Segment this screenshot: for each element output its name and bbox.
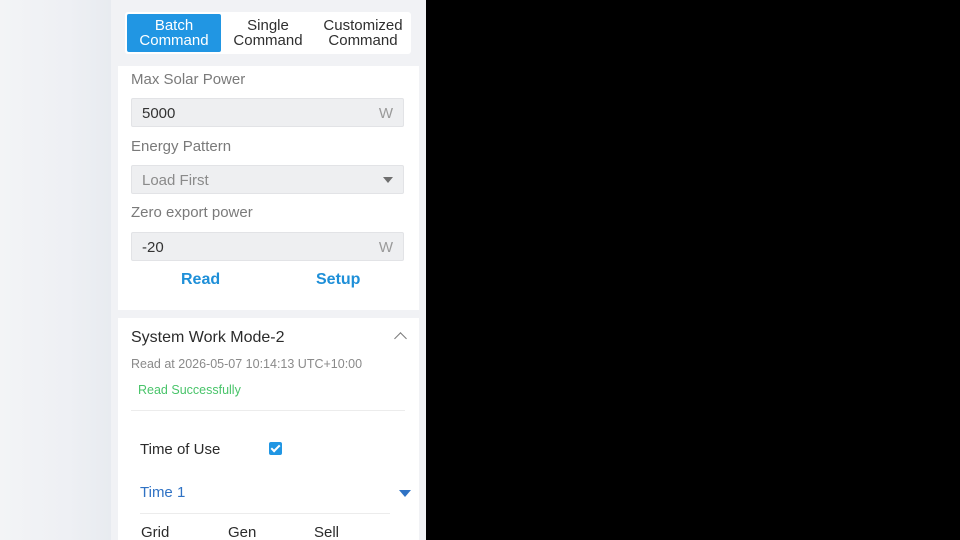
tab-batch-command[interactable]: Batch Command [127,14,221,52]
dropdown-arrow-icon [383,177,393,183]
time-of-use-label: Time of Use [140,441,221,458]
work-mode-card: System Work Mode-2 Read at 2026-05-07 10… [118,318,419,540]
read-status: Read Successfully [138,383,241,397]
setup-button[interactable]: Setup [316,271,360,289]
max-solar-power-value: 5000 [142,105,176,122]
max-solar-power-label: Max Solar Power [131,71,246,88]
column-header-grid: Grid [141,524,170,540]
energy-pattern-value: Load First [142,172,209,189]
energy-pattern-select[interactable]: Load First [131,165,404,194]
chevron-up-icon[interactable] [394,332,407,345]
read-button[interactable]: Read [181,271,220,289]
zero-export-power-unit: W [378,239,393,256]
work-mode-title: System Work Mode-2 [131,329,285,346]
tab-single-command[interactable]: Single Command [221,14,315,52]
zero-export-power-label: Zero export power [131,204,253,221]
divider [131,410,405,411]
energy-pattern-label: Energy Pattern [131,138,232,155]
mobile-screen: Batch Command Single Command Customized … [111,0,426,540]
zero-export-power-input[interactable]: -20 W [131,232,404,261]
tab-customized-command[interactable]: Customized Command [315,14,411,52]
read-timestamp: Read at 2026-05-07 10:14:13 UTC+10:00 [131,357,363,371]
column-header-gen: Gen [228,524,257,540]
zero-export-power-value: -20 [142,239,164,256]
time-of-use-checkbox[interactable] [269,442,282,455]
column-header-sell: Sell [314,524,340,540]
settings-card: Max Solar Power 5000 W Energy Pattern Lo… [118,66,419,310]
time-slot-dropdown-icon[interactable] [399,490,411,497]
command-type-segmented-control: Batch Command Single Command Customized … [125,12,411,54]
divider [140,513,390,514]
max-solar-power-unit: W [378,105,393,122]
max-solar-power-input[interactable]: 5000 W [131,98,404,127]
background-panel [0,0,111,540]
time-slot-select[interactable]: Time 1 [140,484,185,501]
